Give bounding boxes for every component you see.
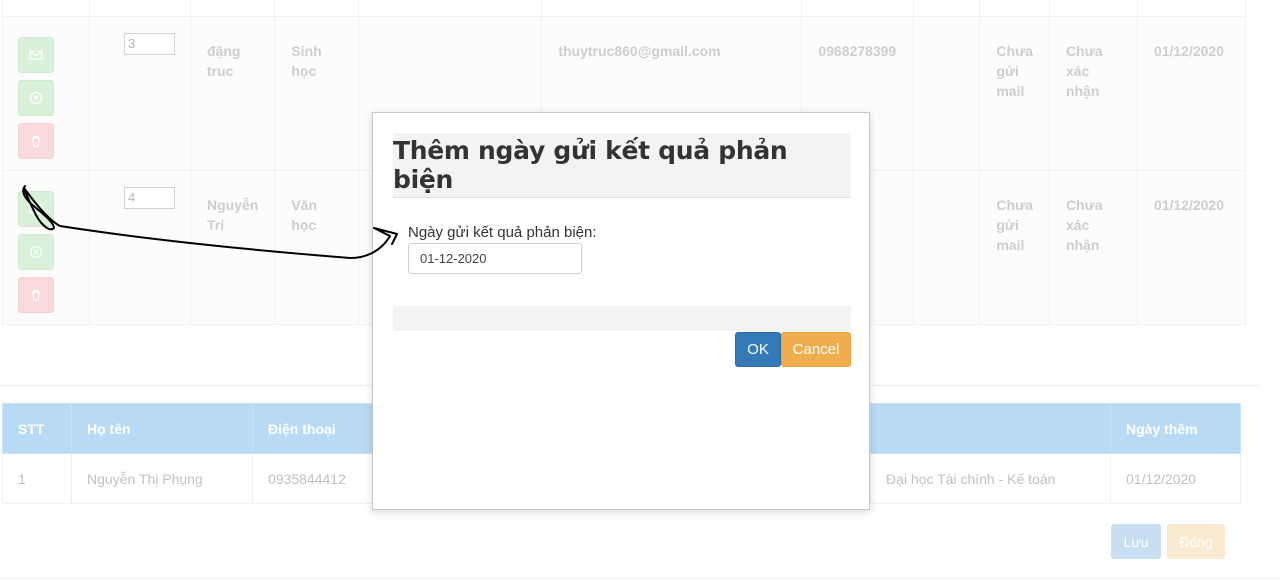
name-cell: Nguyễn Trí <box>207 197 259 233</box>
mail-icon <box>29 204 43 214</box>
phone-cell: 0968278399 <box>818 43 897 59</box>
order-input[interactable] <box>124 33 175 55</box>
cancel-row-button[interactable] <box>18 80 54 116</box>
subject-cell: Văn học <box>291 197 318 233</box>
empty-cell <box>914 171 979 195</box>
empty-cell <box>914 17 979 41</box>
send-mail-button[interactable] <box>18 191 54 227</box>
stt-cell: 1 <box>2 453 72 504</box>
name-cell: đặng truc <box>207 43 241 79</box>
cancel-button[interactable]: Cancel <box>781 332 851 367</box>
cancel-row-button[interactable] <box>18 234 54 270</box>
delete-row-button[interactable] <box>18 123 54 159</box>
mail-icon <box>29 50 43 60</box>
column-header-stt: STT <box>2 403 72 454</box>
email-cell: thuytruc860@gmail.com <box>558 43 721 59</box>
dialog-header: Thêm ngày gửi kết quả phản biện <box>393 133 851 198</box>
close-button[interactable]: Đóng <box>1167 524 1225 559</box>
row-actions <box>3 17 89 159</box>
review-date-input[interactable] <box>408 243 582 274</box>
order-input[interactable] <box>124 187 175 209</box>
empty-cell <box>359 17 541 41</box>
mail-status-cell: Chưa gửi mail <box>996 43 1033 99</box>
confirm-status-cell: Chưa xác nhận <box>1065 43 1103 99</box>
save-button[interactable]: Lưu <box>1111 524 1161 559</box>
review-date-dialog: Thêm ngày gửi kết quả phản biện Ngày gửi… <box>372 112 870 510</box>
page-bottom-border <box>0 578 1280 579</box>
dialog-title: Thêm ngày gửi kết quả phản biện <box>393 136 788 194</box>
cancel-circle-icon <box>29 245 43 259</box>
cancel-circle-icon <box>29 91 43 105</box>
date-cell: 01/12/2020 <box>1153 197 1225 213</box>
review-date-label: Ngày gửi kết quả phản biện: <box>408 224 597 241</box>
column-header-name: Họ tên <box>71 403 253 454</box>
date-cell: 01/12/2020 <box>1153 43 1225 59</box>
mail-status-cell: Chưa gửi mail <box>996 197 1033 253</box>
column-header-date-added: Ngày thêm <box>1110 403 1241 454</box>
dialog-footer-bar <box>393 306 851 331</box>
send-mail-button[interactable] <box>18 37 54 73</box>
ok-button[interactable]: OK <box>735 332 781 367</box>
delete-row-button[interactable] <box>18 277 54 313</box>
column-header-unit <box>870 403 1111 454</box>
confirm-status-cell: Chưa xác nhận <box>1065 197 1103 253</box>
table-row-stub <box>2 0 1246 17</box>
row-actions <box>3 171 89 313</box>
subject-cell: Sinh học <box>291 43 322 79</box>
unit-cell: Đại học Tài chính - Kế toán <box>870 453 1111 504</box>
date-added-cell: 01/12/2020 <box>1110 453 1241 504</box>
trash-icon <box>32 135 40 147</box>
name-cell: Nguyễn Thị Phụng <box>71 453 253 504</box>
trash-icon <box>32 289 40 301</box>
